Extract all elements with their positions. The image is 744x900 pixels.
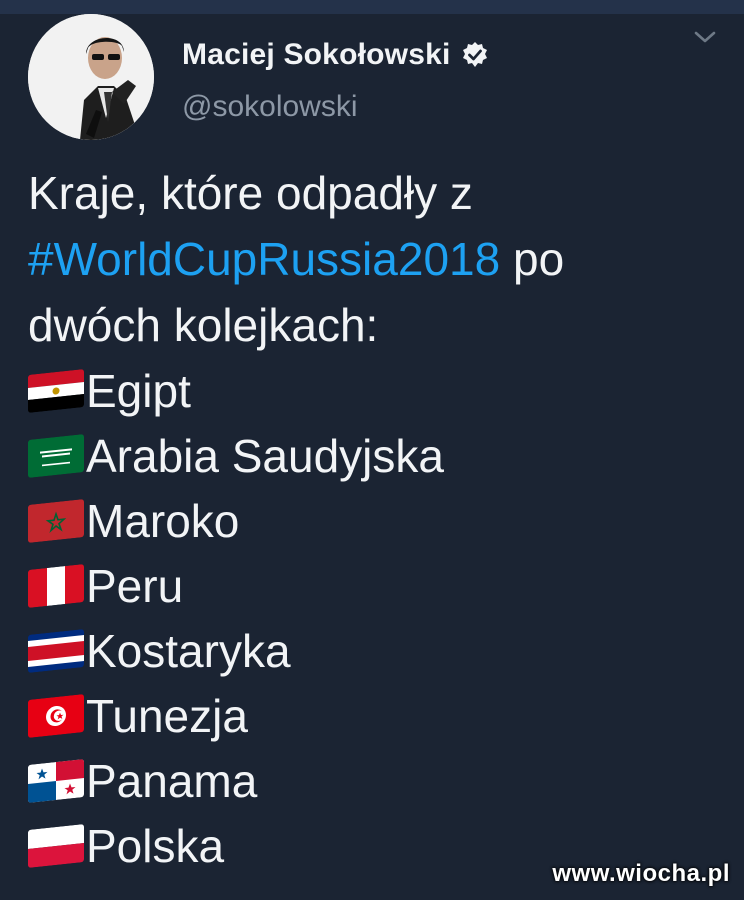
tweet-text: Kraje, które odpadły z #WorldCupRussia20… xyxy=(28,160,728,878)
tweet-line-2: #WorldCupRussia2018 po xyxy=(28,226,728,292)
country-name: Panama xyxy=(86,754,258,807)
chevron-down-icon[interactable] xyxy=(692,24,718,50)
country-name: Polska xyxy=(86,819,225,872)
country-row: Tunezja xyxy=(28,683,728,748)
peru-flag-icon xyxy=(28,563,84,608)
name-row: Maciej Sokołowski xyxy=(182,38,489,72)
country-name: Peru xyxy=(86,559,184,612)
avatar[interactable] xyxy=(28,14,154,140)
country-name: Tunezja xyxy=(86,689,248,742)
country-row: Panama xyxy=(28,748,728,813)
country-row: Maroko xyxy=(28,488,728,553)
user-handle[interactable]: @sokolowski xyxy=(182,90,358,124)
country-row: Kostaryka xyxy=(28,618,728,683)
top-bar xyxy=(0,0,744,14)
watermark: www.wiocha.pl xyxy=(552,860,730,887)
avatar-image xyxy=(28,14,154,140)
display-name[interactable]: Maciej Sokołowski xyxy=(182,38,451,72)
verified-badge-icon xyxy=(462,42,487,67)
tweet-line-2-rest: po xyxy=(500,233,565,285)
country-name: Kostaryka xyxy=(86,624,291,677)
country-row: Egipt xyxy=(28,358,728,423)
poland-flag-icon xyxy=(28,823,84,868)
country-name: Arabia Saudyjska xyxy=(86,429,444,482)
saudi-arabia-flag-icon xyxy=(28,433,84,478)
tweet-line-1: Kraje, które odpadły z xyxy=(28,167,473,219)
country-row: Peru xyxy=(28,553,728,618)
panama-flag-icon xyxy=(28,758,84,803)
country-name: Maroko xyxy=(86,494,240,547)
hashtag-link[interactable]: #WorldCupRussia2018 xyxy=(28,233,500,285)
tweet-header: Maciej Sokołowski @sokolowski xyxy=(28,14,728,140)
tweet-line-3: dwóch kolejkach: xyxy=(28,299,379,351)
tunisia-flag-icon xyxy=(28,693,84,738)
morocco-flag-icon xyxy=(28,498,84,543)
country-row: Arabia Saudyjska xyxy=(28,423,728,488)
country-name: Egipt xyxy=(86,364,191,417)
costa-rica-flag-icon xyxy=(28,628,84,673)
egypt-flag-icon xyxy=(28,368,84,413)
